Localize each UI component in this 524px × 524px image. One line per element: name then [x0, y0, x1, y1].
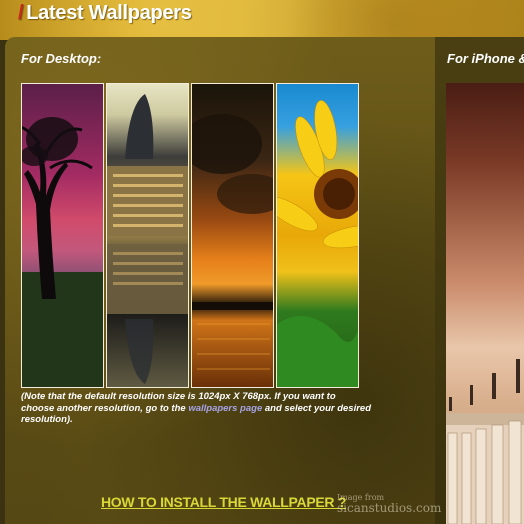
page-title: / Latest Wallpapers	[18, 2, 192, 28]
tree-silhouette-image	[22, 117, 103, 387]
install-wallpaper-link[interactable]: HOW TO INSTALL THE WALLPAPER ?	[101, 494, 346, 510]
wallpaper-thumbnail-tree[interactable]	[21, 83, 104, 388]
desktop-section-label: For Desktop:	[21, 51, 102, 66]
title-text: Latest Wallpapers	[26, 2, 192, 24]
wallpapers-page-link[interactable]: wallpapers page	[188, 403, 262, 414]
watermark: Image from sicanstudios.com	[337, 492, 441, 514]
title-slash: /	[18, 2, 24, 24]
city-tower-image	[107, 94, 188, 384]
watermark-line-2: sicanstudios.com	[337, 501, 442, 515]
wallpaper-thumbnail-city[interactable]	[106, 83, 189, 388]
sunset-sky-image	[192, 114, 273, 370]
resolution-note: (Note that the default resolution size i…	[21, 391, 371, 426]
wallpaper-thumbnail-sunflower[interactable]	[276, 83, 359, 388]
sunflower-image	[277, 100, 358, 387]
wallpaper-thumbnail-sunset[interactable]	[191, 83, 274, 388]
colonnade-image	[446, 359, 524, 524]
iphone-wallpaper-thumbnail[interactable]	[446, 83, 524, 524]
iphone-section-label: For iPhone &	[447, 51, 524, 66]
